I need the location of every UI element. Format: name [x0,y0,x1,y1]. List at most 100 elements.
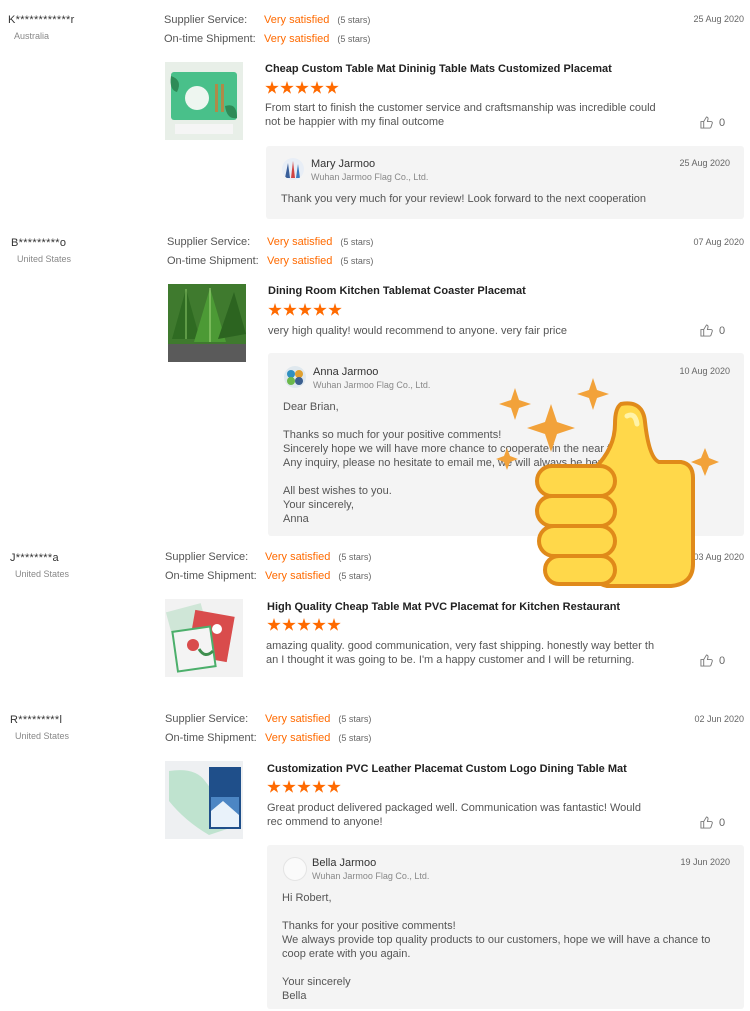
reply-date: 25 Aug 2020 [679,158,730,168]
star-icon [282,780,296,793]
ontime-shipment-stars: (5 stars) [337,34,371,44]
star-icon [282,618,296,631]
reply-company: Wuhan Jarmoo Flag Co., Ltd. [313,380,431,390]
like-button[interactable]: 0 [700,116,725,129]
rating-stars [267,780,341,794]
like-count: 0 [719,654,726,667]
ontime-shipment-rating: Very satisfied [265,570,331,582]
reply-date: 19 Jun 2020 [680,857,730,867]
review-card: J********a United States Supplier Servic… [0,545,750,685]
review-text: amazing quality. good communication, ver… [266,640,655,666]
product-image[interactable] [168,284,246,362]
avatar [282,158,304,180]
supplier-service-rating: Very satisfied [265,713,331,725]
ontime-shipment-rating: Very satisfied [265,732,331,744]
review-ratings: Supplier Service: Very satisfied (5 stars)… [165,710,371,748]
review-ratings: Supplier Service: Very satisfied (5 stars)… [167,233,373,271]
reply-author: Anna Jarmoo [313,366,379,378]
ontime-shipment-stars: (5 stars) [338,571,372,581]
product-image[interactable] [165,599,243,677]
reply-text: Thank you very much for your review! Loo… [281,193,647,205]
reply-date: 10 Aug 2020 [679,366,730,376]
supplier-service-rating: Very satisfied [264,14,330,26]
like-count: 0 [719,816,726,829]
supplier-service-label: Supplier Service: [167,236,251,248]
buyer-name: J********a [10,552,59,564]
product-title[interactable]: Dining Room Kitchen Tablemat Coaster Pla… [268,285,526,297]
supplier-service-stars: (5 stars) [338,552,372,562]
ontime-shipment-label: On-time Shipment: [164,33,256,45]
product-title[interactable]: High Quality Cheap Table Mat PVC Placema… [267,601,620,613]
buyer-country: Australia [14,31,50,41]
like-button[interactable]: 0 [700,324,725,337]
supplier-service-stars: (5 stars) [338,714,372,724]
star-icon [327,618,341,631]
product-image[interactable] [165,62,243,140]
review-ratings: Supplier Service: Very satisfied (5 stars)… [164,11,370,49]
review-text: very high quality! would recommend to an… [268,325,567,337]
product-title[interactable]: Customization PVC Leather Placemat Custo… [267,763,627,775]
supplier-service-rating: Very satisfied [267,236,333,248]
seller-reply: Bella Jarmoo Wuhan Jarmoo Flag Co., Ltd.… [267,845,744,1009]
thumbs-up-icon [700,816,713,829]
product-title[interactable]: Cheap Custom Table Mat Dininig Table Mat… [265,63,612,75]
review-card: R*********l United States Supplier Servi… [0,707,750,1011]
thumbs-up-icon [700,324,713,337]
review-card: B*********o United States Supplier Servi… [0,228,750,544]
seller-reply: Mary Jarmoo Wuhan Jarmoo Flag Co., Ltd. … [266,146,744,219]
ontime-shipment-label: On-time Shipment: [167,255,259,267]
seller-reply: Anna Jarmoo Wuhan Jarmoo Flag Co., Ltd. … [268,353,744,536]
supplier-service-label: Supplier Service: [164,14,248,26]
star-icon [280,81,294,94]
like-count: 0 [719,324,726,337]
reply-author: Bella Jarmoo [312,857,377,869]
star-icon [265,81,279,94]
like-button[interactable]: 0 [700,654,725,667]
reply-text: Hi Robert, Thanks for your positive comm… [282,892,711,1002]
review-card: K************r Australia Supplier Servic… [0,0,750,230]
buyer-name: R*********l [10,714,63,726]
star-icon [313,303,327,316]
reply-company: Wuhan Jarmoo Flag Co., Ltd. [311,172,429,182]
star-icon [327,780,341,793]
star-icon [298,303,312,316]
supplier-service-label: Supplier Service: [165,551,249,563]
ontime-shipment-label: On-time Shipment: [165,570,257,582]
buyer-country: United States [15,731,70,741]
review-date: 03 Aug 2020 [693,552,744,562]
review-ratings: Supplier Service: Very satisfied (5 stars)… [165,548,371,586]
star-icon [283,303,297,316]
ontime-shipment-rating: Very satisfied [267,255,333,267]
star-icon [312,618,326,631]
buyer-name: K************r [8,14,75,26]
review-date: 02 Jun 2020 [694,714,744,724]
rating-stars [268,303,342,317]
supplier-service-stars: (5 stars) [340,237,374,247]
ontime-shipment-rating: Very satisfied [264,33,330,45]
like-button[interactable]: 0 [700,816,725,829]
star-icon [268,303,282,316]
avatar [283,857,307,881]
star-icon [295,81,309,94]
review-text: Great product delivered packaged well. C… [267,802,641,828]
supplier-service-rating: Very satisfied [265,551,331,563]
thumbs-up-icon [700,116,713,129]
star-icon [325,81,339,94]
star-icon [297,780,311,793]
product-image[interactable] [165,761,243,839]
buyer-country: United States [15,569,70,579]
reply-text: Dear Brian, Thanks so much for your posi… [283,401,651,525]
reply-author: Mary Jarmoo [311,158,376,170]
supplier-service-label: Supplier Service: [165,713,249,725]
star-icon [297,618,311,631]
star-icon [267,780,281,793]
rating-stars [267,618,341,632]
avatar [284,366,306,388]
star-icon [310,81,324,94]
review-date: 07 Aug 2020 [693,237,744,247]
review-date: 25 Aug 2020 [693,14,744,24]
ontime-shipment-stars: (5 stars) [340,256,374,266]
star-icon [312,780,326,793]
buyer-country: United States [17,254,72,264]
review-text: From start to finish the customer servic… [265,102,656,128]
